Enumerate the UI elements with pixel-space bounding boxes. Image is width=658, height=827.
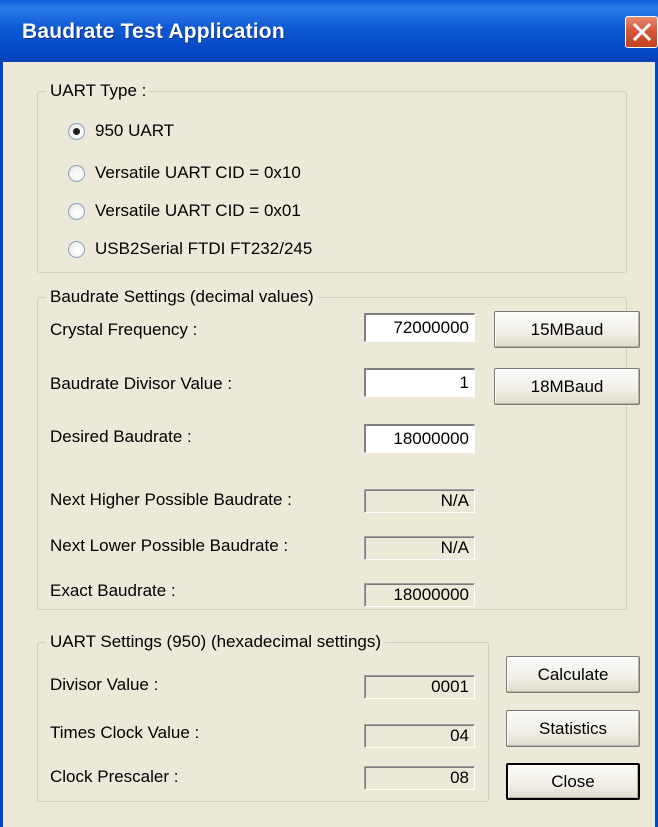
radio-versatile-0x10[interactable]: Versatile UART CID = 0x10: [68, 162, 301, 184]
radio-950-uart[interactable]: 950 UART: [68, 120, 174, 142]
clock-prescaler-field: 08: [364, 766, 475, 790]
close-button[interactable]: Close: [506, 763, 640, 800]
window-title: Baudrate Test Application: [22, 20, 285, 43]
window-close-button[interactable]: [625, 16, 658, 48]
radio-label: Versatile UART CID = 0x10: [95, 163, 301, 182]
next-higher-baudrate-value: N/A: [364, 489, 475, 513]
dialog-client-area: UART Type : 950 UART Versatile UART CID …: [0, 62, 658, 827]
radio-button-icon[interactable]: [68, 122, 85, 140]
clock-prescaler-label: Clock Prescaler :: [50, 767, 179, 786]
next-higher-baudrate-label: Next Higher Possible Baudrate :: [50, 490, 292, 509]
uart-type-group: UART Type : 950 UART Versatile UART CID …: [37, 80, 627, 273]
radio-label: Versatile UART CID = 0x01: [95, 201, 301, 220]
15mbaud-button[interactable]: 15MBaud: [494, 311, 640, 348]
crystal-frequency-label: Crystal Frequency :: [50, 320, 198, 339]
statistics-button[interactable]: Statistics: [506, 710, 640, 747]
close-icon: [633, 23, 651, 41]
uart-settings-group-label: UART Settings (950) (hexadecimal setting…: [46, 631, 386, 653]
radio-label: USB2Serial FTDI FT232/245: [95, 239, 313, 258]
radio-button-icon[interactable]: [68, 164, 85, 182]
baudrate-divisor-label: Baudrate Divisor Value :: [50, 374, 233, 393]
uart-type-group-label: UART Type :: [46, 80, 151, 102]
desired-baudrate-input[interactable]: 18000000: [364, 424, 475, 453]
divisor-value-label: Divisor Value :: [50, 675, 159, 694]
exact-baudrate-label: Exact Baudrate :: [50, 581, 176, 600]
times-clock-value-field: 04: [364, 724, 475, 748]
radio-label: 950 UART: [95, 121, 175, 140]
radio-usb2serial-ftdi[interactable]: USB2Serial FTDI FT232/245: [68, 238, 312, 260]
desired-baudrate-label: Desired Baudrate :: [50, 427, 192, 446]
exact-baudrate-value: 18000000: [364, 583, 475, 607]
next-lower-baudrate-label: Next Lower Possible Baudrate :: [50, 536, 289, 555]
crystal-frequency-input[interactable]: 72000000: [364, 313, 475, 342]
divisor-value-field: 0001: [364, 675, 475, 699]
baudrate-divisor-input[interactable]: 1: [364, 368, 475, 397]
calculate-button[interactable]: Calculate: [506, 656, 640, 693]
radio-versatile-0x01[interactable]: Versatile UART CID = 0x01: [68, 200, 301, 222]
18mbaud-button[interactable]: 18MBaud: [494, 368, 640, 405]
baudrate-settings-group-label: Baudrate Settings (decimal values): [46, 286, 318, 308]
radio-button-icon[interactable]: [68, 202, 85, 220]
next-lower-baudrate-value: N/A: [364, 536, 475, 560]
times-clock-value-label: Times Clock Value :: [50, 723, 200, 742]
radio-button-icon[interactable]: [68, 240, 85, 258]
title-bar[interactable]: Baudrate Test Application: [0, 0, 658, 62]
